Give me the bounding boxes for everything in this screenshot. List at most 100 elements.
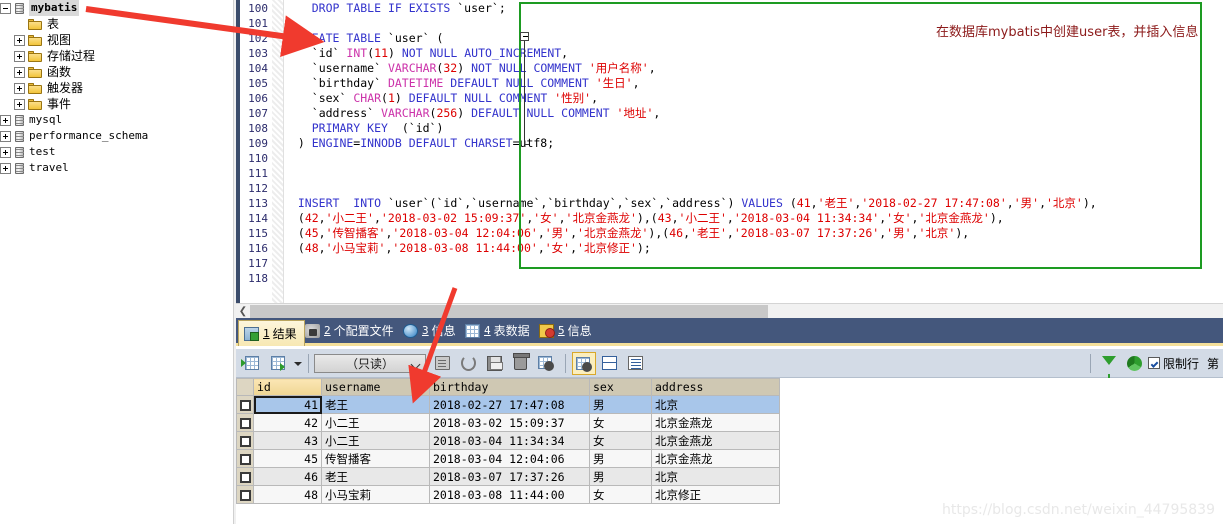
row-select-cell[interactable] (236, 413, 254, 432)
grid-view-button[interactable] (572, 351, 596, 375)
cell-sex[interactable]: 女 (589, 485, 652, 504)
cell-birthday[interactable]: 2018-03-04 11:34:34 (429, 431, 590, 450)
delete-button[interactable] (509, 352, 533, 375)
dropdown-button[interactable] (292, 352, 303, 375)
row-checkbox[interactable] (239, 435, 251, 447)
column-header-address[interactable]: address (651, 378, 780, 396)
cell-address[interactable]: 北京修正 (651, 485, 780, 504)
tree-item-performance_schema[interactable]: performance_schema (0, 128, 236, 144)
form-view-button[interactable] (598, 352, 622, 375)
grid-row[interactable]: 43 小二王 2018-03-04 11:34:34 女北京金燕龙 (236, 431, 780, 450)
result-tab-2[interactable]: 2 个配置文件 (300, 318, 401, 343)
save-button[interactable] (483, 352, 507, 375)
expand-plus-icon[interactable] (0, 114, 11, 126)
fold-collapse-icon[interactable] (520, 32, 529, 41)
cell-id[interactable]: 46 (253, 467, 322, 486)
row-checkbox[interactable] (239, 471, 251, 483)
row-select-cell[interactable] (236, 449, 254, 468)
cell-id[interactable]: 42 (253, 413, 322, 432)
cell-username[interactable]: 老王 (321, 467, 430, 486)
refresh-button[interactable] (457, 352, 481, 375)
tree-item-视图[interactable]: 视图 (0, 32, 236, 48)
column-header-sex[interactable]: sex (589, 378, 652, 396)
note-button[interactable] (431, 352, 455, 375)
result-tab-5[interactable]: 5 信息 (534, 318, 599, 343)
expand-plus-icon[interactable] (14, 82, 25, 94)
expand-plus-icon[interactable] (14, 66, 25, 78)
filter-button[interactable] (1097, 352, 1121, 380)
cell-sex[interactable]: 男 (589, 449, 652, 468)
tree-item-mybatis[interactable]: mybatis (0, 0, 236, 16)
collapse-minus-icon[interactable] (0, 2, 11, 14)
result-grid[interactable]: id username birthday sex address 41 老王 201… (236, 378, 780, 504)
code-fold-strip[interactable] (272, 0, 284, 303)
expand-plus-icon[interactable] (14, 34, 25, 46)
tree-item-事件[interactable]: 事件 (0, 96, 236, 112)
result-tab-4[interactable]: 4 表数据 (460, 318, 537, 343)
grid-row[interactable]: 42 小二王 2018-03-02 15:09:37 女北京金燕龙 (236, 413, 780, 432)
select-all-cell[interactable] (236, 378, 254, 396)
grid-row[interactable]: 41 老王 2018-02-27 17:47:08 男北京 (236, 395, 780, 414)
reload-button[interactable] (1123, 352, 1147, 375)
cell-username[interactable]: 小二王 (321, 413, 430, 432)
row-select-cell[interactable] (236, 395, 254, 414)
cell-birthday[interactable]: 2018-03-07 17:37:26 (429, 467, 590, 486)
sql-editor-panel[interactable]: 100 101 102 103 104 105 106 107 108 109 110 111 112 1… (236, 0, 1223, 318)
cell-address[interactable]: 北京 (651, 467, 780, 486)
tree-item-travel[interactable]: travel (0, 160, 236, 176)
cell-sex[interactable]: 男 (589, 395, 652, 414)
cell-username[interactable]: 老王 (321, 395, 430, 414)
text-view-button[interactable] (624, 352, 648, 375)
cell-id[interactable]: 48 (253, 485, 322, 504)
copy-record-button[interactable] (267, 352, 291, 375)
row-select-cell[interactable] (236, 485, 254, 504)
sql-code-text[interactable]: DROP TABLE IF EXISTS `user`; CREATE TABL… (284, 0, 1223, 303)
grid-row[interactable]: 46 老王 2018-03-07 17:37:26 男北京 (236, 467, 780, 486)
scroll-left-arrow[interactable]: ❮ (238, 306, 248, 317)
tree-item-函数[interactable]: 函数 (0, 64, 236, 80)
column-header-username[interactable]: username (321, 378, 430, 396)
cell-id[interactable]: 41 (253, 395, 322, 414)
cancel-changes-button[interactable] (535, 352, 559, 375)
edit-mode-select[interactable]: （只读） (314, 353, 426, 373)
cell-birthday[interactable]: 2018-03-08 11:44:00 (429, 485, 590, 504)
column-header-id[interactable]: id (253, 378, 322, 396)
insert-record-button[interactable] (241, 352, 265, 375)
tree-item-表[interactable]: 表 (0, 16, 236, 32)
cell-sex[interactable]: 男 (589, 467, 652, 486)
grid-row[interactable]: 48 小马宝莉 2018-03-08 11:44:00 女北京修正 (236, 485, 780, 504)
cell-username[interactable]: 小二王 (321, 431, 430, 450)
cell-username[interactable]: 小马宝莉 (321, 485, 430, 504)
expand-plus-icon[interactable] (0, 162, 11, 174)
cell-address[interactable]: 北京金燕龙 (651, 413, 780, 432)
cell-birthday[interactable]: 2018-03-04 12:04:06 (429, 449, 590, 468)
result-toolbar[interactable]: （只读） 限制行 第 (236, 349, 1223, 380)
scrollbar-thumb[interactable] (250, 305, 768, 318)
expand-plus-icon[interactable] (14, 98, 25, 110)
cell-id[interactable]: 43 (253, 431, 322, 450)
limit-rows-checkbox[interactable] (1147, 357, 1160, 369)
cell-sex[interactable]: 女 (589, 413, 652, 432)
row-checkbox[interactable] (239, 417, 251, 429)
tree-item-test[interactable]: test (0, 144, 236, 160)
tree-item-mysql[interactable]: mysql (0, 112, 236, 128)
cell-id[interactable]: 45 (253, 449, 322, 468)
result-tab-bar[interactable]: 1 结果 2 个配置文件 3 信息 4 表数据 5 信息 (236, 318, 1223, 346)
row-select-cell[interactable] (236, 431, 254, 450)
cell-username[interactable]: 传智播客 (321, 449, 430, 468)
editor-horizontal-scrollbar[interactable]: ❮ (236, 303, 1223, 318)
cell-address[interactable]: 北京 (651, 395, 780, 414)
expand-plus-icon[interactable] (14, 50, 25, 62)
cell-birthday[interactable]: 2018-03-02 15:09:37 (429, 413, 590, 432)
row-checkbox[interactable] (239, 489, 251, 501)
row-select-cell[interactable] (236, 467, 254, 486)
expand-plus-icon[interactable] (0, 146, 11, 158)
tree-item-触发器[interactable]: 触发器 (0, 80, 236, 96)
cell-sex[interactable]: 女 (589, 431, 652, 450)
expand-plus-icon[interactable] (0, 130, 11, 142)
cell-address[interactable]: 北京金燕龙 (651, 431, 780, 450)
result-tab-3[interactable]: 3 信息 (398, 318, 463, 343)
result-tab-1[interactable]: 1 结果 (238, 320, 305, 346)
object-tree-panel[interactable]: mybatis 表视图 存储过程 函数 触发器 事件 mysql performance_sc… (0, 0, 236, 524)
cell-address[interactable]: 北京金燕龙 (651, 449, 780, 468)
